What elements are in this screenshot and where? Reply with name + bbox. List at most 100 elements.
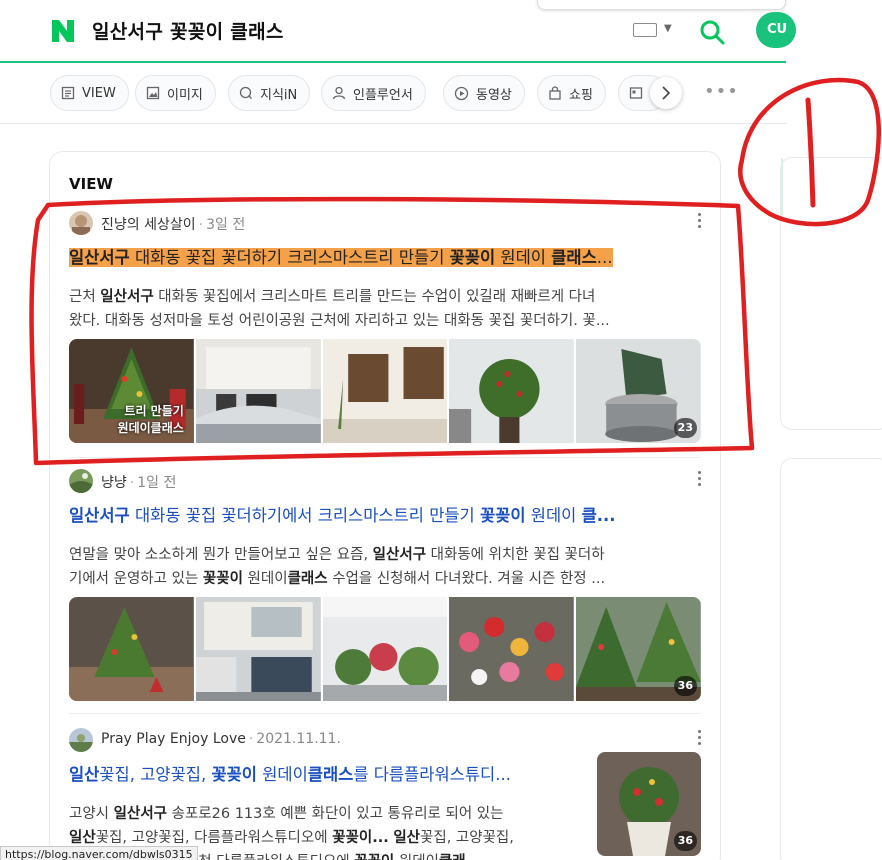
tab-video[interactable]: 동영상 xyxy=(443,75,525,111)
tab-influencer[interactable]: 인플루언서 xyxy=(321,75,426,111)
text-run: 연말을 맞아 소소하게 뭔가 만들어보고 싶은 요즘, xyxy=(69,547,373,563)
section-title: VIEW xyxy=(69,175,113,193)
divider xyxy=(69,457,701,458)
text-run: 송포로26 113호 예쁜 화단이 있고 통유리로 되어 있는 xyxy=(167,806,504,822)
text-run: 대화동 꽃집 꽃더하기 크리스마스트리 만들기 xyxy=(129,248,450,267)
highlighted-keyword: 꽃꽂이 xyxy=(354,854,394,860)
tabs-next-button[interactable] xyxy=(650,77,682,109)
divider xyxy=(69,713,701,714)
side-panel-bottom xyxy=(780,458,882,860)
news-icon xyxy=(629,87,643,99)
tab-images[interactable]: 이미지 xyxy=(135,75,216,111)
thumbnail-caption: 원데이클래스 xyxy=(117,421,184,435)
author-name[interactable]: Pray Play Enjoy Love xyxy=(101,731,246,747)
post-snippet: 연말을 맞아 소소하게 뭔가 만들어보고 싶은 요즘, 일산서구 대화동에 위치… xyxy=(69,543,701,591)
highlighted-keyword: 꽃꽂이 xyxy=(479,506,526,525)
post-date: 2021.11.11. xyxy=(256,731,341,747)
thumbnail-image[interactable]: 36 xyxy=(597,752,701,856)
text-run: 대화동에 위치한 꽃집 꽃더하 xyxy=(426,547,605,563)
text-run: 꽃집, 고양꽃집, 다름플라워스튜디오에 xyxy=(95,830,333,846)
highlighted-keyword: 클래... xyxy=(439,854,482,860)
text-run: 수업을 신청해서 다녀왔다. 겨울 시즌 한정 ... xyxy=(327,571,606,587)
thumbnail-image[interactable]: 36 xyxy=(576,597,701,701)
highlighted-keyword: 일산 xyxy=(69,830,96,846)
highlighted-keyword: 꽃꽂이 xyxy=(449,248,496,267)
document-icon xyxy=(61,86,75,100)
text-run: 원데이 xyxy=(256,765,308,784)
search-tabs: VIEW 이미지 지식iN 인플루언서 동영상 쇼핑 ••• xyxy=(0,75,786,113)
tab-label: VIEW xyxy=(82,85,116,101)
tab-kin[interactable]: 지식iN xyxy=(228,75,311,111)
tab-view[interactable]: VIEW xyxy=(50,75,129,111)
thumbnail-image[interactable] xyxy=(195,597,321,701)
avatar[interactable] xyxy=(69,211,93,235)
chevron-down-icon[interactable]: ▼ xyxy=(664,23,672,34)
text-run: 대화동 꽃집에서 크리스마트 트리를 만드는 수업이 있길래 재빠르게 다녀 xyxy=(153,289,596,305)
text-run: 원데이 xyxy=(394,854,439,860)
profile-avatar[interactable]: CU xyxy=(756,12,796,48)
text-run: 대화동 꽃집 꽃더하기에서 크리스마스트리 만들기 xyxy=(129,506,480,525)
author-row: 냥냥 · 1일 전 xyxy=(69,469,701,493)
author-row: Pray Play Enjoy Love · 2021.11.11. xyxy=(69,728,701,752)
post-thumbnails[interactable]: 트리 만들기 원데이클래스 23 xyxy=(69,339,701,443)
text-run: 원데이 xyxy=(525,506,582,525)
avatar[interactable] xyxy=(69,728,93,752)
qa-icon xyxy=(239,86,252,99)
highlighted-keyword: 일산서구 xyxy=(69,506,130,525)
tab-label: 쇼핑 xyxy=(569,87,593,103)
text-run: 꽃집, 고양꽃집, xyxy=(99,765,212,784)
search-query[interactable]: 일산서구 꽃꽂이 클래스 xyxy=(92,17,284,44)
tab-label: 동영상 xyxy=(476,87,512,103)
thumbnail-image[interactable] xyxy=(322,597,448,701)
kebab-menu-icon[interactable] xyxy=(695,730,703,748)
author-name[interactable]: 냥냥 xyxy=(101,475,127,491)
keyboard-icon[interactable] xyxy=(633,23,657,37)
author-row: 진냥의 세상살이 · 3일 전 xyxy=(69,211,701,235)
text-run: 근처 xyxy=(69,289,101,305)
thumbnail-caption: 트리 만들기 xyxy=(124,404,184,418)
thumbnail-image[interactable] xyxy=(195,339,321,443)
thumbnail-image[interactable] xyxy=(449,597,575,701)
thumbnail-image[interactable] xyxy=(69,597,194,701)
highlighted-keyword: 일산서구 xyxy=(372,547,427,563)
post-title[interactable]: 일산꽃집, 고양꽃집, 꽃꽂이 원데이클래스를 다름플라워스튜디... xyxy=(69,764,579,786)
naver-logo[interactable] xyxy=(50,18,76,44)
person-icon xyxy=(332,86,346,100)
post-title[interactable]: 일산서구 대화동 꽃집 꽃더하기 크리스마스트리 만들기 꽃꽂이 원데이 클래스… xyxy=(69,247,701,269)
thumbnail-image[interactable] xyxy=(449,339,575,443)
image-icon xyxy=(146,86,160,100)
kebab-menu-icon[interactable] xyxy=(695,213,703,231)
tab-label: 지식iN xyxy=(260,87,298,103)
image-count-badge: 36 xyxy=(673,676,697,696)
highlighted-keyword: 클래스 xyxy=(551,248,597,267)
highlighted-keyword: 일산서구 xyxy=(69,248,130,267)
kebab-menu-icon[interactable] xyxy=(695,471,703,489)
post-date: 1일 전 xyxy=(137,475,177,491)
tab-shopping[interactable]: 쇼핑 xyxy=(537,75,606,111)
tab-label: 이미지 xyxy=(167,87,203,103)
text-run: 고양시 xyxy=(69,806,114,822)
highlighted-keyword: 일산 xyxy=(69,765,100,784)
image-count-badge: 23 xyxy=(673,418,697,438)
thumbnail-image[interactable]: 트리 만들기 원데이클래스 xyxy=(69,339,194,443)
highlighted-keyword: 클래스 xyxy=(307,765,354,784)
highlighted-keyword: 클... xyxy=(581,506,616,525)
highlighted-keyword: 일산서구 xyxy=(113,806,168,822)
search-icon[interactable] xyxy=(698,18,726,46)
highlighted-keyword: 꽃꽂이 xyxy=(202,571,243,587)
text-run: 를 다름플라워스튜디... xyxy=(353,765,511,784)
list-item[interactable]: Pray Play Enjoy Love · 2021.11.11. 일산꽃집, 고… xyxy=(69,728,701,860)
more-icon[interactable]: ••• xyxy=(704,81,739,102)
post-thumbnails[interactable]: 36 xyxy=(69,597,701,701)
thumbnail-image[interactable]: 23 xyxy=(576,339,701,443)
post-title[interactable]: 일산서구 대화동 꽃집 꽃더하기에서 크리스마스트리 만들기 꽃꽂이 원데이 클… xyxy=(69,505,701,527)
avatar[interactable] xyxy=(69,469,93,493)
tabs-divider xyxy=(0,123,786,124)
list-item[interactable]: 진냥의 세상살이 · 3일 전 일산서구 대화동 꽃집 꽃더하기 크리스마스트리 만… xyxy=(69,211,701,443)
thumbnail-image[interactable] xyxy=(322,339,448,443)
list-item[interactable]: 냥냥 · 1일 전 일산서구 대화동 꽃집 꽃더하기에서 크리스마스트리 만들기 꽃… xyxy=(69,469,701,701)
text-run: ... xyxy=(596,248,613,267)
author-name[interactable]: 진냥의 세상살이 xyxy=(101,217,196,233)
header-underline xyxy=(0,61,786,63)
post-date: 3일 전 xyxy=(206,217,246,233)
